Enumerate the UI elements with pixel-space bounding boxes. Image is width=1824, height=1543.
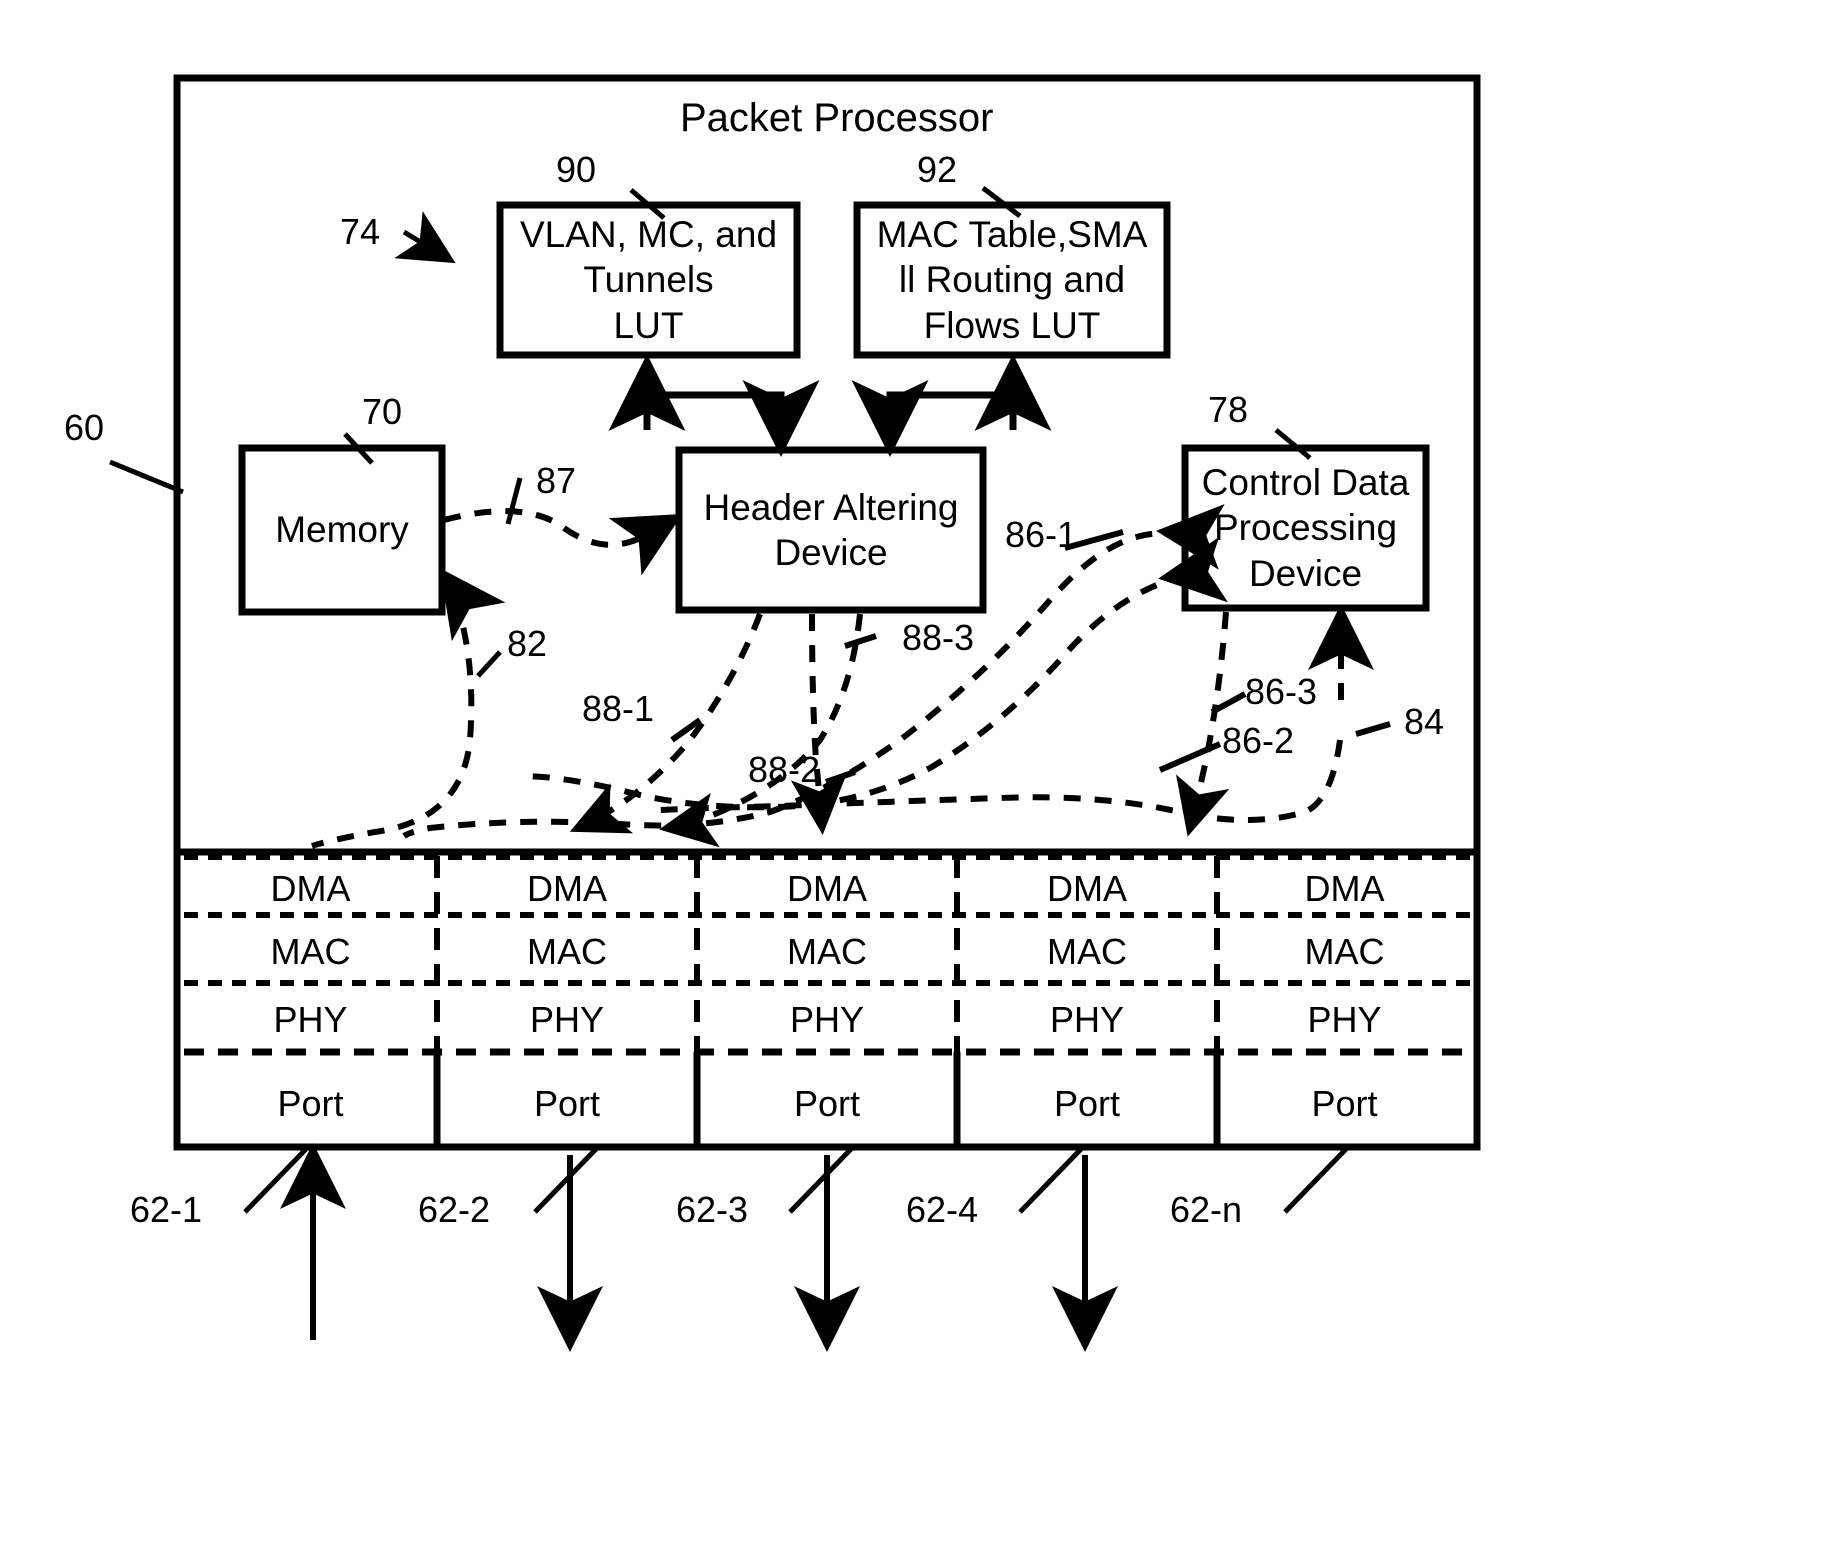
cell-mac-n: MAC <box>1304 930 1385 972</box>
flow-82-head <box>439 568 506 642</box>
page-title: Packet Processor <box>680 96 994 140</box>
cell-dma-3: DMA <box>787 867 867 909</box>
flow-label-88-1: 88-1 <box>582 688 655 729</box>
header-altering-line-1: Header Altering <box>703 486 959 528</box>
connector-lut-mac <box>886 391 1017 441</box>
cell-dma-n: DMA <box>1304 867 1385 909</box>
flow-label-86-3: 86-3 <box>1245 671 1318 712</box>
lut-vlan-line-3: LUT <box>613 304 684 346</box>
ref-leader-82 <box>476 650 502 678</box>
flow-label-87: 87 <box>536 460 577 501</box>
ref-label-90: 90 <box>556 149 597 190</box>
cell-port-2: Port <box>533 1082 601 1124</box>
ref-leader-62-3 <box>788 1146 854 1214</box>
flow-label-82: 82 <box>507 623 548 664</box>
cell-port-n: Port <box>1311 1082 1378 1124</box>
cell-phy-1: PHY <box>273 999 348 1040</box>
flow-label-88-3: 88-3 <box>902 617 975 658</box>
ref-leader-86-3 <box>1210 691 1247 715</box>
cell-phy-3: PHY <box>789 999 865 1040</box>
ref-label-74: 74 <box>340 211 381 252</box>
ref-label-62-n: 62-n <box>1170 1189 1243 1230</box>
flow-88-2 <box>790 613 846 835</box>
control-data-label: Control Data Processing Device <box>1185 448 1426 608</box>
memory-line-1: Memory <box>275 509 409 551</box>
ref-label-60: 60 <box>64 407 105 448</box>
cell-port-4: Port <box>1053 1082 1121 1124</box>
flow-label-86-2: 86-2 <box>1222 720 1295 761</box>
ref-leader-88-3 <box>844 633 877 649</box>
ref-leader-60 <box>109 459 184 495</box>
cell-dma-4: DMA <box>1047 867 1127 909</box>
lut-mac-line-2: ll Routing and <box>898 259 1126 301</box>
cell-mac-3: MAC <box>787 930 867 972</box>
lut-mac-line-3: Flows LUT <box>923 304 1101 346</box>
ref-leader-62-2 <box>533 1146 599 1214</box>
ref-leader-88-2 <box>825 769 856 785</box>
cell-port-3: Port <box>793 1082 861 1124</box>
flow-86-3 <box>1175 611 1230 837</box>
lut-vlan-line-2: Tunnels <box>583 259 714 301</box>
flow-label-84: 84 <box>1404 701 1445 742</box>
flow-label-88-2: 88-2 <box>748 749 821 790</box>
lut-mac-label: MAC Table,SMA ll Routing and Flows LUT <box>857 205 1167 355</box>
ref-leader-87 <box>505 477 523 525</box>
ref-label-92: 92 <box>917 149 958 190</box>
cell-mac-1: MAC <box>270 930 351 972</box>
ref-arrow-74 <box>394 211 456 264</box>
ref-leader-62-n <box>1283 1146 1349 1214</box>
lut-vlan-label: VLAN, MC, and Tunnels LUT <box>500 205 797 355</box>
connector-lut-vlan <box>643 391 785 441</box>
figure-canvas: 60 Packet Processor 74 90 92 70 78 VLAN,… <box>0 0 1824 1543</box>
control-data-line-2: Processing <box>1213 507 1398 549</box>
flow-label-86-1: 86-1 <box>1005 514 1078 555</box>
cell-phy-2: PHY <box>529 999 605 1040</box>
ref-label-62-4: 62-4 <box>906 1189 979 1230</box>
flow-82 <box>311 597 475 849</box>
cell-dma-2: DMA <box>527 867 607 909</box>
ref-label-70: 70 <box>362 391 403 432</box>
cell-phy-n: PHY <box>1307 999 1382 1040</box>
ref-label-78: 78 <box>1208 389 1249 430</box>
memory-label: Memory <box>242 448 442 612</box>
ref-label-62-1: 62-1 <box>130 1189 203 1230</box>
header-altering-line-2: Device <box>774 532 888 573</box>
ref-label-62-3: 62-3 <box>676 1189 749 1230</box>
lut-vlan-line-1: VLAN, MC, and <box>519 214 778 256</box>
control-data-line-1: Control Data <box>1201 462 1410 504</box>
flow-87 <box>443 508 683 576</box>
header-altering-label: Header Altering Device <box>679 450 983 610</box>
ref-label-62-2: 62-2 <box>418 1189 491 1230</box>
cell-mac-2: MAC <box>527 930 607 972</box>
ref-leader-84 <box>1355 721 1391 737</box>
lut-mac-line-1: MAC Table,SMA <box>876 214 1148 256</box>
cell-port-1: Port <box>277 1082 344 1124</box>
cell-dma-1: DMA <box>270 867 351 909</box>
ref-leader-62-1 <box>243 1146 309 1214</box>
cell-phy-4: PHY <box>1049 999 1125 1040</box>
cell-mac-4: MAC <box>1047 930 1127 972</box>
control-data-line-3: Device <box>1248 552 1363 594</box>
ref-leader-62-4 <box>1018 1146 1084 1214</box>
